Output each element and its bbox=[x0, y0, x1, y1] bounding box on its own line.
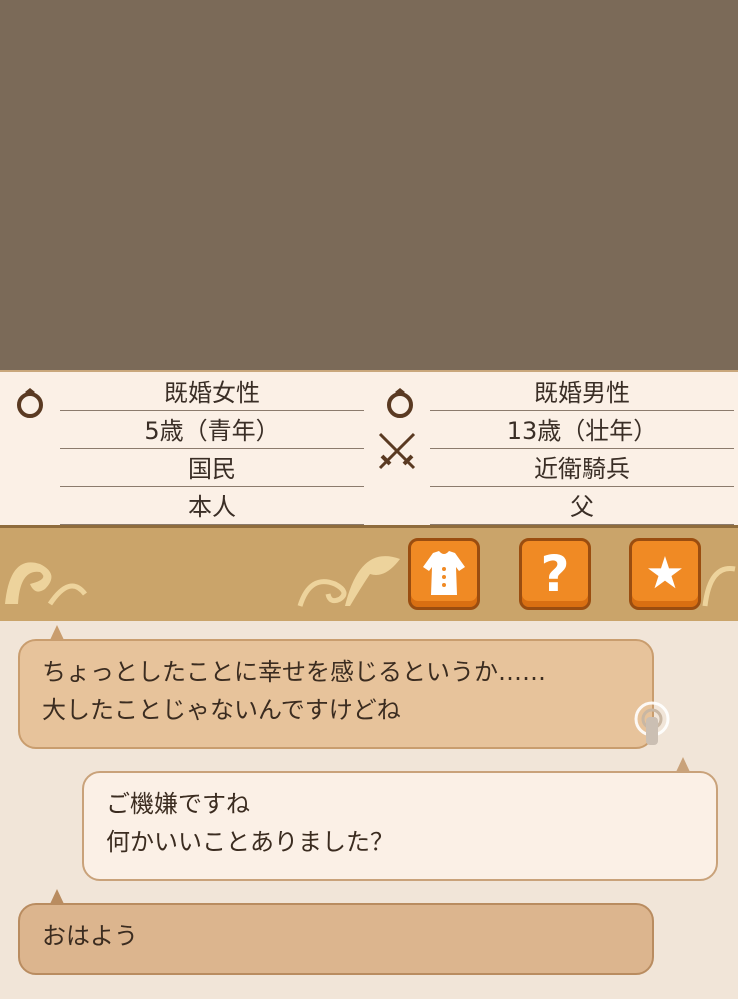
message-line: 大したことじゃないんですけどね bbox=[42, 696, 401, 724]
message-line: ちょっとしたことに幸せを感じるというか…… bbox=[42, 658, 546, 686]
chat-log[interactable]: ちょっとしたことに幸せを感じるというか…… 大したことじゃないんですけどね ご機… bbox=[0, 621, 738, 999]
left-profile: 既婚女性 5歳（青年） 国民 本人 bbox=[0, 372, 368, 527]
clothes-button[interactable] bbox=[408, 538, 480, 610]
social-class: 近衛騎兵 bbox=[430, 450, 734, 487]
npc-message-bubble: ちょっとしたことに幸せを感じるというか…… 大したことじゃないんですけどね bbox=[18, 639, 654, 749]
question-mark-icon: ? bbox=[540, 545, 570, 603]
center-divider bbox=[0, 0, 738, 370]
ornament-left bbox=[5, 562, 87, 606]
profile-info-panel: 既婚女性 5歳（青年） 国民 本人 既婚男性 13歳（壮年） 近衛騎兵 父 bbox=[0, 370, 738, 527]
relation: 本人 bbox=[60, 488, 364, 525]
social-class: 国民 bbox=[60, 450, 364, 487]
message-line: おはよう bbox=[42, 922, 138, 950]
touch-tap-icon[interactable] bbox=[630, 699, 674, 749]
crossed-swords-icon bbox=[378, 432, 416, 470]
star-icon: ★ bbox=[645, 548, 685, 599]
message-line: ご機嫌ですね bbox=[106, 790, 250, 818]
player-message-bubble: ご機嫌ですね 何かいいことありました？ bbox=[82, 771, 718, 881]
clothes-icon bbox=[423, 551, 465, 595]
help-button[interactable]: ? bbox=[519, 538, 591, 610]
marital-status: 既婚女性 bbox=[60, 374, 364, 411]
ring-icon bbox=[387, 388, 413, 418]
age: 5歳（青年） bbox=[60, 412, 364, 449]
favorite-button[interactable]: ★ bbox=[629, 538, 701, 610]
message-line: 何かいいことありました？ bbox=[106, 828, 394, 856]
right-profile: 既婚男性 13歳（壮年） 近衛騎兵 父 bbox=[370, 372, 738, 527]
bubble-tail bbox=[50, 625, 64, 640]
ornament-right bbox=[702, 565, 736, 607]
npc-message-bubble: おはよう bbox=[18, 903, 654, 975]
ornament-center bbox=[297, 556, 400, 607]
action-toolbar: ? ★ bbox=[0, 525, 738, 624]
age: 13歳（壮年） bbox=[430, 412, 734, 449]
relation: 父 bbox=[430, 488, 734, 525]
bubble-tail bbox=[50, 889, 64, 904]
bubble-tail bbox=[676, 757, 690, 772]
marital-status: 既婚男性 bbox=[430, 374, 734, 411]
ring-icon bbox=[17, 388, 43, 418]
